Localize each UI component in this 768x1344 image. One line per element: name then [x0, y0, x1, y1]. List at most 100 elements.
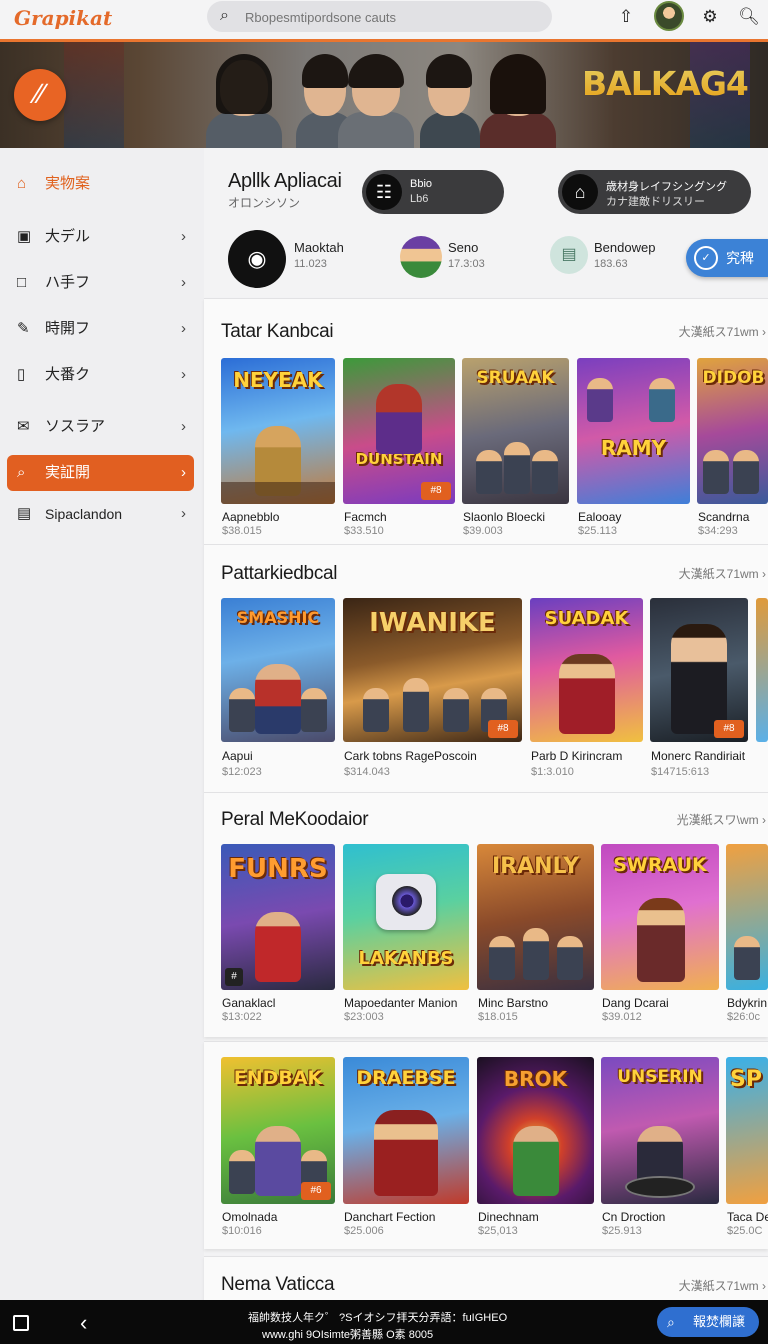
pill-sublabel: Lb6: [410, 193, 429, 205]
game-price: $18.015: [478, 1011, 518, 1023]
game-section: Peral MeKoodaior 光漢紙スワ\wm › FUNRS # Ganak…: [204, 792, 768, 1037]
game-section: Pattarkiedbcal 大漢紙ス71wm › SMASHIC Aapui …: [204, 544, 768, 792]
game-price: $38.015: [222, 525, 262, 537]
sidebar-item-games[interactable]: ▣ 大デル ›: [7, 219, 194, 255]
camera-icon: ◉: [228, 230, 286, 288]
sidebar-item-home[interactable]: ⌂ 実物案: [7, 166, 194, 202]
search-icon: ⌕: [17, 464, 26, 481]
section-see-more[interactable]: 大漢紙ス71wm ›: [679, 565, 766, 582]
game-price: $23:003: [344, 1011, 384, 1023]
category-name: Bendowep: [594, 240, 656, 255]
game-name: Facmch: [344, 510, 387, 524]
back-icon[interactable]: ‹: [80, 1310, 87, 1336]
chevron-right-icon: ›: [181, 228, 186, 245]
search-icon[interactable]: 🔍︎: [737, 5, 761, 29]
section-see-more[interactable]: 大漢紙ス71wm ›: [679, 323, 766, 340]
chevron-right-icon: ›: [181, 505, 186, 522]
category-name: Seno: [448, 240, 479, 255]
banner-person: [420, 52, 480, 148]
category-item[interactable]: Seno 17.3:03: [400, 236, 520, 296]
game-name: Cark tobns RagePoscoin: [344, 749, 477, 763]
game-art: SMASHIC: [221, 598, 335, 742]
section-see-more[interactable]: 大漢紙ス71wm ›: [679, 1277, 766, 1294]
chevron-right-icon: ›: [762, 813, 766, 827]
sidebar-item-bookmarks[interactable]: ▯ 大番ク ›: [7, 357, 194, 393]
app-pill-button-2[interactable]: ⌂ 歳材身レイフシングング カナ建敵ドリスリー: [558, 170, 751, 214]
app-pill-button-1[interactable]: ☷ Bbio Lb6: [362, 170, 504, 214]
gear-icon[interactable]: ⚙: [698, 5, 722, 29]
game-name: Aapui: [222, 749, 253, 763]
game-icon: ▣: [17, 228, 32, 245]
sidebar-item-label: 大番ク: [45, 366, 91, 383]
recent-apps-icon[interactable]: [13, 1315, 29, 1331]
game-name: Dinechnam: [478, 1210, 539, 1224]
pill-sublabel: カナ建敵ドリスリー: [606, 196, 705, 208]
game-name: Cn Droction: [602, 1210, 666, 1224]
download-icon[interactable]: ⇧: [614, 5, 638, 29]
pencil-fab-button[interactable]: ∕∕: [14, 69, 66, 121]
sidebar-item-label: 大デル: [45, 228, 91, 245]
category-name: Maoktah: [294, 240, 344, 255]
search-bar[interactable]: ⌕: [207, 1, 552, 32]
game-price: $25.0C: [727, 1225, 763, 1237]
search-input[interactable]: [245, 7, 535, 27]
game-name: Monerc Randiriait: [651, 749, 746, 763]
sidebar-item-label: ハ手フ: [45, 274, 91, 291]
game-name: Bdykrin: [727, 996, 768, 1010]
sidebar-item-apps[interactable]: □ ハ手フ ›: [7, 265, 194, 301]
game-section: Tatar Kanbcai 大漢紙ス71wm › NEYEAK Aapnebbl…: [204, 298, 768, 544]
sidebar-item-sipaclandon[interactable]: ▤ Sipaclandon ›: [7, 496, 194, 532]
game-art: IRANLY: [477, 844, 594, 990]
category-value: 183.63: [594, 258, 628, 270]
footer-search-button[interactable]: ⌕ 報焚欄譲: [657, 1307, 759, 1337]
game-price: $26:0c: [727, 1011, 761, 1023]
sidebar-item-label: Sipaclandon: [45, 506, 123, 522]
pill-label: 歳材身レイフシングング: [606, 181, 727, 193]
hero-banner[interactable]: BALKAG4 ∕∕: [0, 42, 768, 148]
sidebar-item-edit[interactable]: ✎ 時開フ ›: [7, 311, 194, 347]
app-logo[interactable]: Grapikat: [14, 6, 112, 30]
search-icon: ⌕: [220, 7, 229, 24]
pin-button-label: 究稗: [726, 250, 754, 266]
game-name: Ganaklacl: [222, 996, 276, 1010]
sidebar-item-mail[interactable]: ✉ ソスラア ›: [7, 409, 194, 445]
search-icon: ⌕: [667, 1314, 675, 1330]
game-art: DIDOB: [697, 358, 768, 504]
chevron-right-icon: ›: [181, 418, 186, 435]
game-price: $13:022: [222, 1011, 262, 1023]
game-art: SRUAAK: [462, 358, 569, 504]
sidebar-item-label: 時開フ: [45, 320, 91, 337]
game-art: BROK: [477, 1057, 594, 1204]
avatar[interactable]: [654, 1, 684, 31]
footer-button-label: 報焚欄譲: [693, 1314, 746, 1329]
game-art: UNSERIN: [601, 1057, 719, 1204]
game-section: ENDBAK #6 Omolnada $10:016 DRAEBSE Dancha…: [204, 1041, 768, 1249]
category-item[interactable]: ▤ Bendowep 183.63: [550, 236, 690, 296]
category-item[interactable]: ◉ Maoktah 11.023: [228, 230, 368, 290]
game-art: RAMY: [577, 358, 690, 504]
pin-button[interactable]: ✓ 究稗: [686, 239, 768, 277]
game-art: SUADAK: [530, 598, 643, 742]
bottom-bar: ‹ 福帥数技人年ク゜ ?Sイオシフ拝天分弄語：fuIGHEO www.ghi 9…: [0, 1300, 768, 1344]
game-name: Mapoedanter Manion: [344, 996, 458, 1010]
game-name: Danchart Fection: [344, 1210, 436, 1224]
game-price: $39.012: [602, 1011, 642, 1023]
footer-text: 福帥数技人年ク゜ ?Sイオシフ拝天分弄語：fuIGHEO: [248, 1312, 508, 1324]
home-icon: ⌂: [17, 175, 27, 192]
see-more-label: 光漢紙スワ\wm: [676, 813, 759, 827]
rank-badge: #8: [488, 720, 518, 738]
game-price: $25,013: [478, 1225, 518, 1237]
category-value: 11.023: [294, 258, 327, 270]
chevron-right-icon: ›: [181, 366, 186, 383]
game-art: NEYEAK: [221, 358, 335, 504]
section-title: Pattarkiedbcal: [221, 563, 338, 584]
game-name: Ealooay: [578, 510, 622, 524]
banner-person: [338, 52, 414, 148]
footer-url: www.ghi 9OIsimte粥善縣 O素 8005: [262, 1329, 434, 1341]
game-art: IWANIKE #8: [343, 598, 522, 742]
pencil-icon: ✎: [17, 320, 30, 337]
chevron-right-icon: ›: [762, 567, 766, 581]
sidebar-item-search[interactable]: ⌕ 実証開 ›: [7, 455, 194, 491]
banner-person: [206, 52, 282, 148]
section-see-more[interactable]: 光漢紙スワ\wm ›: [677, 811, 766, 828]
